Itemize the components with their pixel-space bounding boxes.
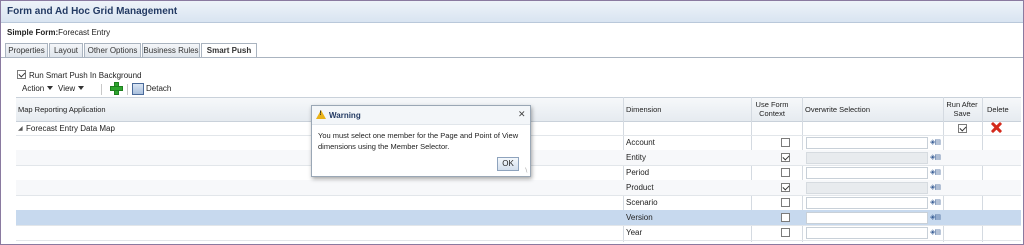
header-use-form-context-line1: Use Form — [755, 100, 789, 109]
action-caret-icon — [47, 86, 54, 90]
simple-form-name: Forecast Entry — [58, 28, 111, 37]
dimension-row[interactable]: Product ◈▤ — [16, 180, 1021, 196]
header-overwrite-selection: Overwrite Selection — [805, 105, 871, 114]
overwrite-selection-input — [806, 152, 928, 164]
toolbar-separator — [127, 84, 128, 95]
view-caret-icon — [78, 86, 85, 90]
header-delete: Delete — [987, 105, 1009, 114]
tab-layout[interactable]: Layout — [49, 43, 83, 57]
run-after-save-checkbox[interactable] — [958, 124, 967, 133]
dialog-title: Warning — [329, 111, 361, 120]
detach-icon[interactable] — [132, 83, 144, 95]
run-in-background-checkbox[interactable] — [17, 70, 26, 79]
tab-business-rules[interactable]: Business Rules — [142, 43, 200, 57]
dialog-header: ! Warning ✕ — [312, 106, 530, 125]
close-icon[interactable]: ✕ — [518, 109, 526, 120]
collapse-icon[interactable]: ◢ — [18, 125, 23, 132]
simple-form-line: Simple Form:Forecast Entry — [7, 28, 110, 37]
warning-mark: ! — [319, 111, 322, 117]
header-dimension: Dimension — [626, 105, 662, 114]
title-bar: Form and Ad Hoc Grid Management — [1, 1, 1023, 23]
dimension-name: Period — [626, 168, 650, 177]
member-selector-icon[interactable]: ◈▤ — [930, 168, 942, 177]
use-form-context-checkbox[interactable] — [781, 138, 790, 147]
overwrite-selection-input[interactable] — [806, 137, 928, 149]
use-form-context-checkbox[interactable] — [781, 198, 790, 207]
member-selector-icon[interactable]: ◈▤ — [930, 213, 942, 222]
header-run-after-save-line1: Run After — [946, 100, 978, 109]
warning-dialog: ! Warning ✕ You must select one member f… — [311, 105, 531, 177]
overwrite-selection-input[interactable] — [806, 197, 928, 209]
delete-icon[interactable] — [991, 122, 1002, 133]
window-title: Form and Ad Hoc Grid Management — [7, 6, 178, 17]
tab-properties[interactable]: Properties — [5, 43, 48, 57]
use-form-context-checkbox[interactable] — [781, 183, 790, 192]
header-run-after-save: Run After Save — [943, 100, 981, 118]
detach-button[interactable]: Detach — [146, 84, 171, 93]
member-selector-icon[interactable]: ◈▤ — [930, 198, 942, 207]
view-menu[interactable]: View — [58, 84, 85, 93]
dimension-name: Scenario — [626, 198, 658, 207]
form-management-window: Form and Ad Hoc Grid Management Simple F… — [0, 0, 1024, 245]
action-menu[interactable]: Action — [22, 84, 54, 93]
run-in-background-label: Run Smart Push In Background — [29, 71, 142, 80]
member-selector-icon[interactable]: ◈▤ — [930, 228, 942, 237]
add-icon[interactable] — [110, 82, 123, 95]
overwrite-selection-input — [806, 182, 928, 194]
dimension-name: Product — [626, 183, 654, 192]
dialog-message: You must select one member for the Page … — [318, 131, 519, 151]
header-use-form-context: Use Form Context — [753, 100, 791, 118]
dimension-row[interactable]: Year ◈▤ — [16, 225, 1021, 241]
toolbar-separator — [101, 84, 102, 95]
overwrite-selection-input[interactable] — [806, 167, 928, 179]
overwrite-selection-input[interactable] — [806, 212, 928, 224]
dimension-row[interactable]: Version ◈▤ — [16, 210, 1021, 226]
action-menu-label: Action — [22, 84, 45, 93]
tab-underline — [1, 57, 1023, 58]
resize-grip-icon[interactable]: ∖ — [524, 167, 528, 174]
dimension-name: Year — [626, 228, 643, 237]
tab-smart-push[interactable]: Smart Push — [201, 43, 257, 58]
dimension-name: Account — [626, 138, 655, 147]
tab-other-options[interactable]: Other Options — [84, 43, 141, 57]
simple-form-label: Simple Form: — [7, 28, 59, 37]
map-name: Forecast Entry Data Map — [26, 124, 115, 133]
member-selector-icon[interactable]: ◈▤ — [930, 153, 942, 162]
view-menu-label: View — [58, 84, 76, 93]
grid-toolbar: Action View Detach — [16, 82, 1021, 96]
member-selector-icon[interactable]: ◈▤ — [930, 138, 942, 147]
use-form-context-checkbox[interactable] — [781, 168, 790, 177]
header-run-after-save-line2: Save — [953, 109, 971, 118]
dimension-row[interactable]: Scenario ◈▤ — [16, 195, 1021, 211]
ok-button[interactable]: OK — [497, 157, 519, 171]
use-form-context-checkbox[interactable] — [781, 213, 790, 222]
header-use-form-context-line2: Context — [759, 109, 785, 118]
use-form-context-checkbox[interactable] — [781, 153, 790, 162]
use-form-context-checkbox[interactable] — [781, 228, 790, 237]
dimension-name: Version — [626, 213, 653, 222]
header-map-application: Map Reporting Application — [18, 105, 106, 114]
overwrite-selection-input[interactable] — [806, 227, 928, 239]
member-selector-icon[interactable]: ◈▤ — [930, 183, 942, 192]
dimension-name: Entity — [626, 153, 647, 162]
